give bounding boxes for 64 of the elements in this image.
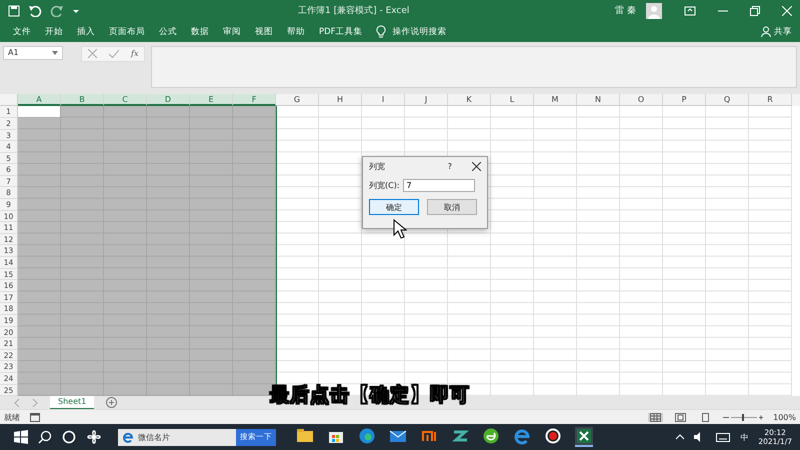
macro-record-icon[interactable] — [30, 412, 40, 422]
avatar-icon[interactable] — [646, 2, 662, 19]
add-sheet-icon[interactable] — [106, 397, 118, 408]
dialog-button[interactable]: 确定 — [369, 199, 419, 216]
ribbon-tab[interactable]: 文件 — [6, 26, 38, 38]
column-header[interactable]: C — [104, 94, 147, 106]
normal-view-icon[interactable] — [648, 412, 664, 422]
field-label: 列宽(C): — [369, 180, 400, 192]
ribbon-display-icon[interactable] — [684, 6, 696, 16]
window-title: 工作簿1 [兼容模式] - Excel — [298, 4, 410, 18]
dropdown-icon[interactable] — [52, 50, 58, 56]
width-input-field[interactable]: 7 — [402, 179, 475, 192]
help-button[interactable]: ? — [448, 162, 452, 172]
ribbon-tab[interactable]: 帮助 — [280, 26, 312, 38]
ribbon-tab[interactable]: 审阅 — [216, 26, 248, 38]
edge-browser-icon[interactable] — [358, 427, 376, 446]
restore-icon[interactable] — [750, 6, 760, 16]
record-icon[interactable] — [544, 427, 562, 446]
undo-icon[interactable] — [28, 4, 42, 17]
user-name: 雷 秦 — [615, 4, 636, 18]
ribbon-tab[interactable]: 视图 — [248, 26, 280, 38]
column-header[interactable]: D — [147, 94, 190, 106]
browser-e-icon — [122, 431, 134, 444]
formula-input[interactable] — [151, 46, 797, 88]
lightbulb-icon[interactable] — [376, 25, 386, 38]
dialog-title: 列宽 — [369, 161, 386, 172]
spreadsheet-app-icon[interactable] — [575, 427, 593, 448]
column-header[interactable]: A — [18, 94, 61, 106]
video-caption: 最后点击【确定】即可 — [270, 382, 470, 408]
zoom-slider-icon[interactable] — [723, 412, 764, 422]
e-logo-icon[interactable] — [482, 427, 500, 446]
name-box[interactable]: A1 — [3, 46, 63, 60]
browser-e-icon[interactable] — [513, 427, 531, 446]
ribbon-tab[interactable]: 页面布局 — [102, 26, 152, 38]
zoom-level[interactable]: 100% — [773, 412, 796, 422]
pinwheel-icon[interactable] — [86, 429, 102, 446]
ribbon-tab[interactable]: 开始 — [38, 26, 70, 38]
search-icon[interactable] — [38, 430, 52, 444]
windows-icon[interactable] — [14, 430, 28, 444]
tell-me-search[interactable]: 操作说明搜索 — [386, 26, 454, 38]
input-method-indicator[interactable]: 中 — [740, 432, 748, 443]
ribbon-tab[interactable]: PDF工具集 — [312, 26, 370, 38]
person-icon — [761, 26, 771, 38]
save-icon[interactable] — [8, 4, 20, 17]
ribbon-tab[interactable]: 数据 — [184, 26, 216, 38]
column-header[interactable]: B — [61, 94, 104, 106]
check-icon[interactable] — [109, 49, 119, 58]
pointer-icon — [393, 219, 407, 240]
share-button[interactable]: 共享 — [761, 26, 794, 38]
keyboard-icon[interactable] — [716, 432, 730, 442]
taskbar-search-field[interactable]: 微信名片 — [118, 428, 236, 446]
redo-icon[interactable] — [50, 4, 64, 17]
dialog-button[interactable]: 取消 — [427, 199, 477, 216]
ribbon-tab[interactable]: 插入 — [70, 26, 102, 38]
chevron-up-icon[interactable] — [676, 434, 684, 440]
close-icon[interactable] — [472, 162, 481, 172]
page-layout-icon[interactable] — [673, 412, 688, 422]
column-header[interactable]: E — [190, 94, 233, 106]
active-cell[interactable] — [18, 106, 60, 118]
circle-icon[interactable] — [62, 430, 76, 444]
ribbon-tab[interactable]: 公式 — [152, 26, 184, 38]
column-header[interactable]: F — [233, 94, 276, 106]
status-text: 就绪 — [4, 412, 20, 423]
insert-function-button[interactable]: fx — [131, 49, 138, 58]
